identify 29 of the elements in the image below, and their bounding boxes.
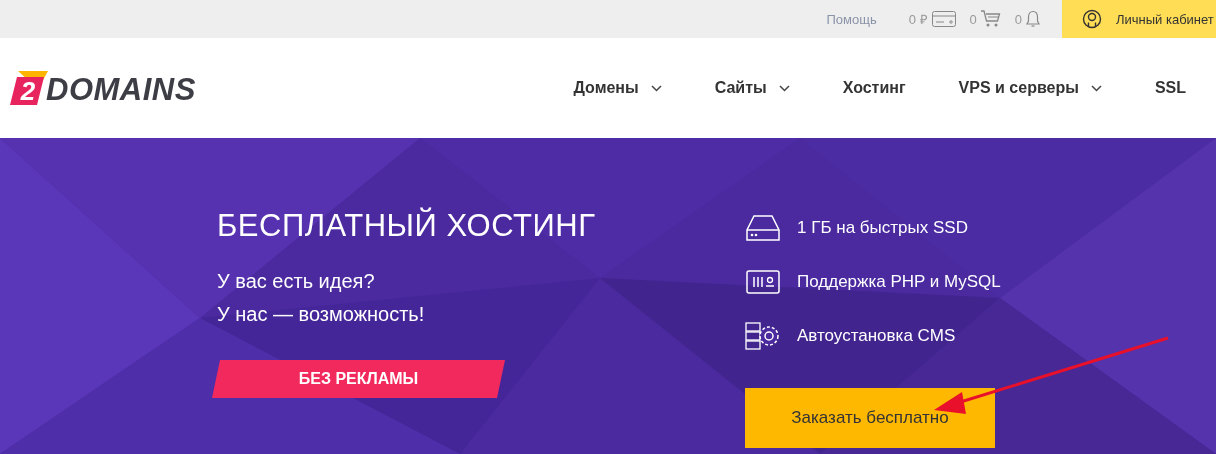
chevron-down-icon xyxy=(1090,84,1102,92)
server-icon xyxy=(745,270,781,294)
nav-item[interactable]: VPS и серверы xyxy=(958,79,1102,97)
card-icon[interactable] xyxy=(931,11,956,27)
order-button[interactable]: Заказать бесплатно xyxy=(745,388,995,448)
server-gear-icon xyxy=(745,321,781,351)
nav-item[interactable]: Хостинг xyxy=(842,79,906,97)
feature-text: Поддержка PHP и MySQL xyxy=(797,272,1001,292)
tagline: У вас есть идея? xyxy=(217,270,376,293)
account-button[interactable]: Личный кабинет xyxy=(1062,0,1216,38)
nav-item[interactable]: Сайты xyxy=(714,79,790,97)
user-icon xyxy=(1082,9,1102,29)
logo[interactable]: 2 DOMAINS xyxy=(10,71,196,105)
feature-text: Автоустановка CMS xyxy=(797,326,956,346)
nav-item[interactable]: SSL xyxy=(1154,79,1186,97)
balance-amount: 0 ₽ xyxy=(908,11,928,28)
chevron-down-icon xyxy=(650,84,662,92)
feature-text: 1 ГБ на быстрых SSD xyxy=(797,218,968,238)
logo-mark-icon xyxy=(10,71,48,105)
tagline: У нас — возможность! xyxy=(217,303,426,326)
notification-count: 0 xyxy=(1014,11,1022,27)
bell-icon[interactable] xyxy=(1026,10,1040,28)
nav-item[interactable]: Домены xyxy=(573,79,662,97)
drive-icon xyxy=(745,215,781,241)
hero-title: БЕСПЛАТНЫЙ ХОСТИНГ xyxy=(217,208,597,244)
cart-icon[interactable] xyxy=(980,10,1001,28)
chevron-down-icon xyxy=(778,84,790,92)
promo-banner: БЕЗ РЕКЛАМЫ xyxy=(212,360,505,398)
cart-count: 0 xyxy=(969,11,977,27)
